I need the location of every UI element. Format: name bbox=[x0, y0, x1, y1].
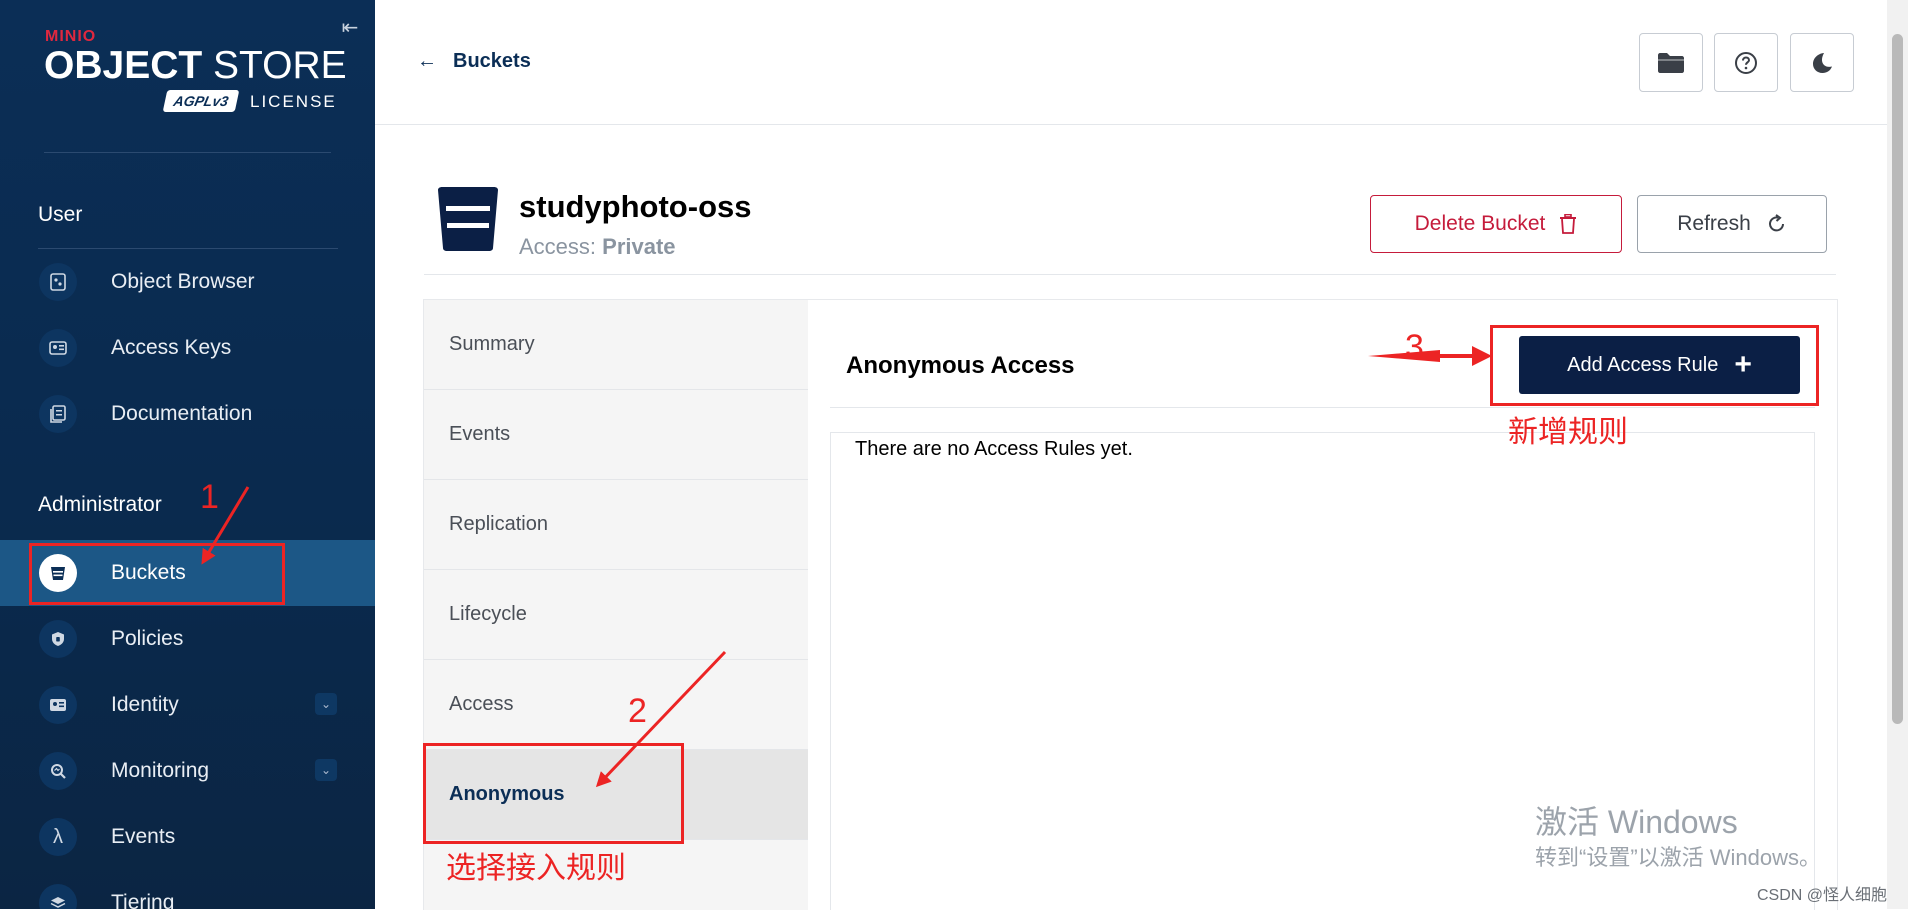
delete-bucket-label: Delete Bucket bbox=[1414, 212, 1546, 235]
sidebar-item-policies[interactable]: Policies bbox=[0, 606, 375, 672]
refresh-label: Refresh bbox=[1677, 212, 1751, 235]
logo-title-bold: OBJECT bbox=[44, 44, 203, 87]
divider bbox=[830, 407, 1815, 408]
access-keys-icon bbox=[39, 329, 77, 367]
arrow-left-icon: ← bbox=[417, 50, 437, 72]
delete-bucket-button[interactable]: Delete Bucket bbox=[1370, 195, 1622, 253]
back-to-buckets-link[interactable]: ← Buckets bbox=[417, 50, 531, 73]
panel-title: Anonymous Access bbox=[846, 352, 1075, 379]
tab-access[interactable]: Access bbox=[424, 660, 808, 750]
tab-label: Lifecycle bbox=[449, 603, 527, 625]
windows-activation-subtitle: 转到“设置”以激活 Windows。 bbox=[1535, 845, 1822, 870]
sidebar-item-documentation[interactable]: Documentation bbox=[0, 381, 375, 447]
empty-rules-message: There are no Access Rules yet. bbox=[855, 438, 1133, 460]
sidebar-item-label: Tiering bbox=[111, 891, 175, 909]
sidebar-item-identity[interactable]: Identity ⌄ bbox=[0, 672, 375, 738]
identity-icon bbox=[39, 686, 77, 724]
tab-replication[interactable]: Replication bbox=[424, 480, 808, 570]
tab-label: Summary bbox=[449, 333, 535, 355]
sidebar-item-label: Events bbox=[111, 825, 176, 848]
back-link-label: Buckets bbox=[453, 50, 531, 72]
collapse-left-icon[interactable]: ⇤ bbox=[338, 16, 362, 40]
bucket-icon bbox=[438, 187, 498, 251]
access-label: Access: bbox=[519, 234, 597, 259]
annotation-add-rule-note: 新增规则 bbox=[1508, 416, 1628, 449]
chevron-down-icon[interactable]: ⌄ bbox=[315, 759, 337, 781]
help-icon bbox=[1735, 51, 1757, 74]
lambda-icon: λ bbox=[39, 818, 77, 856]
dark-mode-button[interactable] bbox=[1790, 33, 1854, 92]
page-header: ← Buckets bbox=[375, 0, 1887, 125]
logo-license-text: LICENSE bbox=[250, 92, 337, 111]
tiering-icon bbox=[39, 884, 77, 909]
csdn-watermark: CSDN @怪人细胞 bbox=[1757, 887, 1888, 904]
documentation-icon bbox=[39, 395, 77, 433]
tab-lifecycle[interactable]: Lifecycle bbox=[424, 570, 808, 660]
sidebar-item-label: Identity bbox=[111, 693, 179, 716]
scrollbar-thumb[interactable] bbox=[1892, 34, 1903, 724]
tab-label: Events bbox=[449, 423, 511, 445]
dark-mode-icon bbox=[1813, 52, 1832, 73]
folder-icon bbox=[1658, 52, 1684, 73]
logo-title-light: STORE bbox=[213, 44, 347, 87]
monitoring-icon bbox=[39, 752, 77, 790]
section-label-user: User bbox=[38, 203, 83, 226]
annotation-box-buckets bbox=[29, 543, 285, 605]
annotation-number-1: 1 bbox=[200, 478, 219, 516]
logo-title: OBJECT STORE bbox=[44, 44, 347, 88]
bucket-access-status: Access: Private bbox=[519, 234, 676, 260]
sidebar-item-label: Object Browser bbox=[111, 270, 255, 293]
refresh-button[interactable]: Refresh bbox=[1637, 195, 1827, 253]
folder-button[interactable] bbox=[1639, 33, 1703, 92]
page-scrollbar[interactable] bbox=[1887, 0, 1908, 909]
annotation-select-note: 选择接入规则 bbox=[446, 852, 626, 885]
sidebar: MINIO OBJECT STORE AGPLv3 LICENSE ⇤ User… bbox=[0, 0, 375, 909]
tab-summary[interactable]: Summary bbox=[424, 300, 808, 390]
policy-icon bbox=[39, 620, 77, 658]
sidebar-item-monitoring[interactable]: Monitoring ⌄ bbox=[0, 738, 375, 804]
trash-icon bbox=[1560, 214, 1577, 234]
section-label-administrator: Administrator bbox=[38, 493, 162, 516]
object-browser-icon bbox=[39, 263, 77, 301]
help-button[interactable] bbox=[1714, 33, 1778, 92]
access-value: Private bbox=[602, 234, 676, 259]
tab-label: Replication bbox=[449, 513, 548, 535]
sidebar-item-label: Access Keys bbox=[111, 336, 232, 359]
annotation-box-add-rule bbox=[1490, 325, 1819, 406]
sidebar-item-access-keys[interactable]: Access Keys bbox=[0, 315, 375, 381]
annotation-box-anonymous bbox=[423, 743, 684, 844]
refresh-icon bbox=[1768, 214, 1784, 232]
sidebar-item-label: Monitoring bbox=[111, 759, 210, 782]
sidebar-item-label: Policies bbox=[111, 627, 184, 650]
annotation-number-2: 2 bbox=[628, 692, 647, 730]
sidebar-item-label: Documentation bbox=[111, 402, 253, 425]
sidebar-item-events[interactable]: λ Events bbox=[0, 804, 375, 870]
tab-events[interactable]: Events bbox=[424, 390, 808, 480]
annotation-number-3: 3 bbox=[1405, 328, 1424, 366]
agpl-logo: AGPLv3 bbox=[162, 90, 240, 112]
bucket-name: studyphoto-oss bbox=[519, 189, 752, 224]
chevron-down-icon[interactable]: ⌄ bbox=[315, 693, 337, 715]
sidebar-item-tiering[interactable]: Tiering bbox=[0, 870, 375, 909]
divider bbox=[424, 274, 1836, 275]
tab-label: Access bbox=[449, 693, 514, 715]
sidebar-item-object-browser[interactable]: Object Browser bbox=[0, 249, 375, 315]
windows-activation-title: 激活 Windows bbox=[1535, 804, 1738, 840]
sidebar-divider bbox=[44, 152, 331, 153]
